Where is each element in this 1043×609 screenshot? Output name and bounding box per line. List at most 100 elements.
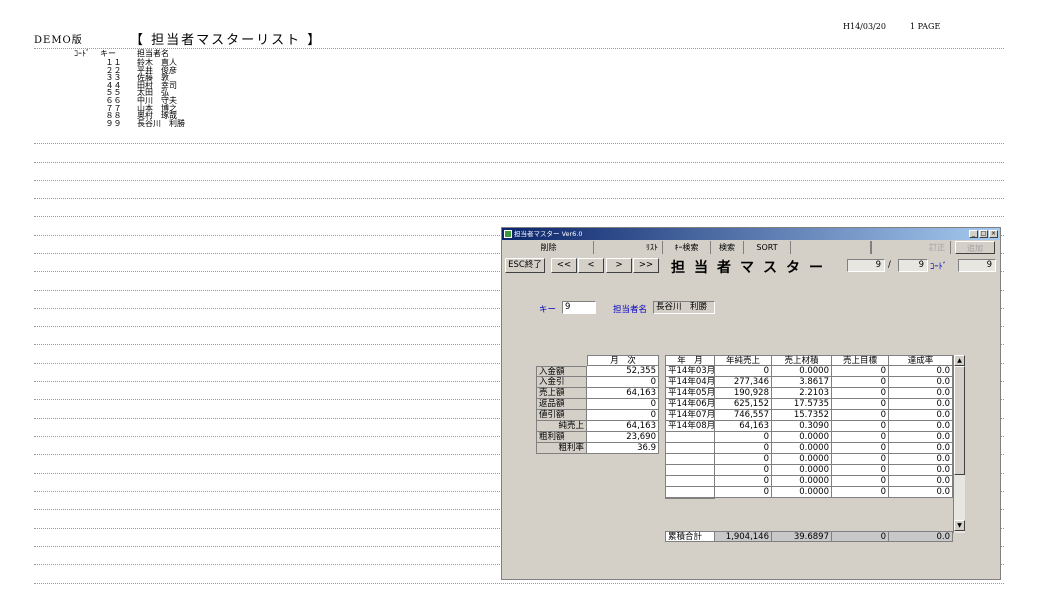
prev-record-button[interactable]: <	[578, 258, 604, 273]
yearly-target: 0	[832, 465, 889, 476]
monthly-value: 0	[587, 399, 659, 410]
name-label: 担当者名	[613, 305, 648, 315]
demo-label: DEMO版	[34, 35, 83, 46]
key-label: キー	[539, 305, 557, 315]
last-record-button[interactable]: >>	[633, 258, 659, 273]
yearly-target: 0	[832, 377, 889, 388]
key-input[interactable]: 9	[562, 301, 596, 314]
yearly-target: 0	[832, 388, 889, 399]
total-volume: 39.6897	[772, 531, 832, 542]
yearly-rate: 0.0	[889, 487, 953, 498]
scroll-thumb[interactable]	[954, 366, 965, 475]
toolbar-blank-1	[791, 241, 871, 254]
close-button[interactable]: ×	[989, 230, 998, 238]
sort-button[interactable]: SORT	[744, 241, 791, 254]
monthly-value: 23,690	[587, 432, 659, 443]
yearly-sales: 0	[715, 366, 772, 377]
yearly-target: 0	[832, 421, 889, 432]
minimize-button[interactable]: _	[969, 230, 978, 238]
report-col-name: 担当者名	[137, 49, 169, 58]
yearly-rate: 0.0	[889, 377, 953, 388]
yearly-month: 平14年06月	[665, 399, 715, 410]
scroll-up-icon[interactable]: ▲	[954, 355, 965, 366]
yearly-month	[665, 476, 715, 487]
report-name: 長谷川 利勝	[137, 118, 185, 128]
report-date: H14/03/20	[843, 22, 886, 31]
yearly-target: 0	[832, 454, 889, 465]
record-current: 9	[847, 259, 885, 272]
search-button[interactable]: 検索	[711, 241, 744, 254]
yearly-rate: 0.0	[889, 399, 953, 410]
yearly-target: 0	[832, 443, 889, 454]
yearly-sales: 277,346	[715, 377, 772, 388]
yearly-month: 平14年04月	[665, 377, 715, 388]
yearly-volume: 3.8617	[772, 377, 832, 388]
list-button[interactable]: ﾘｽﾄ	[594, 241, 663, 254]
rule-line	[34, 198, 1004, 199]
correct-button[interactable]: 訂正	[924, 241, 951, 254]
monthly-value: 64,163	[587, 421, 659, 432]
record-separator: /	[888, 260, 891, 270]
total-target: 0	[832, 531, 889, 542]
yearly-volume: 0.0000	[772, 432, 832, 443]
key-search-button[interactable]: ｷｰ検索	[663, 241, 711, 254]
yearly-target: 0	[832, 366, 889, 377]
yearly-rate: 0.0	[889, 432, 953, 443]
yearly-target: 0	[832, 487, 889, 498]
yearly-volume: 15.7352	[772, 410, 832, 421]
yearly-rate: 0.0	[889, 443, 953, 454]
yearly-month: 平14年08月	[665, 421, 715, 432]
maximize-button[interactable]: □	[979, 230, 988, 238]
yearly-sales: 0	[715, 443, 772, 454]
total-label: 累積合計	[665, 531, 715, 542]
yearly-target: 0	[832, 410, 889, 421]
delete-button[interactable]: 削除	[504, 241, 594, 254]
yearly-month: 平14年03月	[665, 366, 715, 377]
add-button[interactable]: 追加	[955, 241, 995, 254]
total-rate: 0.0	[889, 531, 953, 542]
report-rows: １１ 鈴木 直人 ２２ 平井 俊彦 ３３ 佐藤 敦 ４４ 田村 幸司 ５５ 太田 弘 ６６…	[60, 59, 257, 127]
yearly-target: 0	[832, 399, 889, 410]
total-sales: 1,904,146	[715, 531, 772, 542]
monthly-value: 0	[587, 410, 659, 421]
report-page: 1 PAGE	[910, 22, 941, 31]
yearly-month	[665, 443, 715, 454]
yearly-header: 売上材積	[772, 355, 832, 366]
yearly-spacer	[665, 498, 715, 499]
yearly-month	[665, 465, 715, 476]
monthly-label: 粗利額	[536, 432, 587, 443]
yearly-rate: 0.0	[889, 421, 953, 432]
yearly-month	[665, 454, 715, 465]
rule-line	[34, 216, 1004, 217]
title-bar[interactable]: 担当者マスター Ver6.0 _ □ ×	[502, 228, 1000, 240]
monthly-label: 返品額	[536, 399, 587, 410]
monthly-value: 52,355	[587, 366, 659, 377]
yearly-month: 平14年07月	[665, 410, 715, 421]
code-value: 9	[958, 259, 996, 272]
app-icon	[504, 230, 512, 238]
name-input[interactable]: 長谷川 利勝	[653, 301, 715, 314]
yearly-volume: 2.2103	[772, 388, 832, 399]
yearly-sales: 190,928	[715, 388, 772, 399]
monthly-label: 値引額	[536, 410, 587, 421]
report-col-code: ｺｰﾄﾞ	[74, 49, 90, 58]
monthly-value: 0	[587, 377, 659, 388]
monthly-label: 入金額	[536, 366, 587, 377]
monthly-value: 36.9	[587, 443, 659, 454]
yearly-header: 年 月	[665, 355, 715, 366]
staff-master-window: 担当者マスター Ver6.0 _ □ × 削除 ﾘｽﾄ ｷｰ検索 検索 SORT…	[501, 227, 1001, 580]
yearly-rate: 0.0	[889, 476, 953, 487]
yearly-header: 達成率	[889, 355, 953, 366]
monthly-value: 64,163	[587, 388, 659, 399]
yearly-sales: 0	[715, 432, 772, 443]
first-record-button[interactable]: <<	[551, 258, 577, 273]
yearly-volume: 0.3090	[772, 421, 832, 432]
yearly-month	[665, 487, 715, 498]
yearly-scrollbar[interactable]: ▲ ▼	[953, 355, 965, 533]
next-record-button[interactable]: >	[606, 258, 632, 273]
esc-exit-button[interactable]: ESC終了	[505, 258, 545, 273]
yearly-volume: 17.5735	[772, 399, 832, 410]
report-col-key: キー	[100, 49, 116, 58]
report-row: ９９ 長谷川 利勝	[60, 118, 257, 128]
scroll-down-icon[interactable]: ▼	[954, 520, 965, 531]
